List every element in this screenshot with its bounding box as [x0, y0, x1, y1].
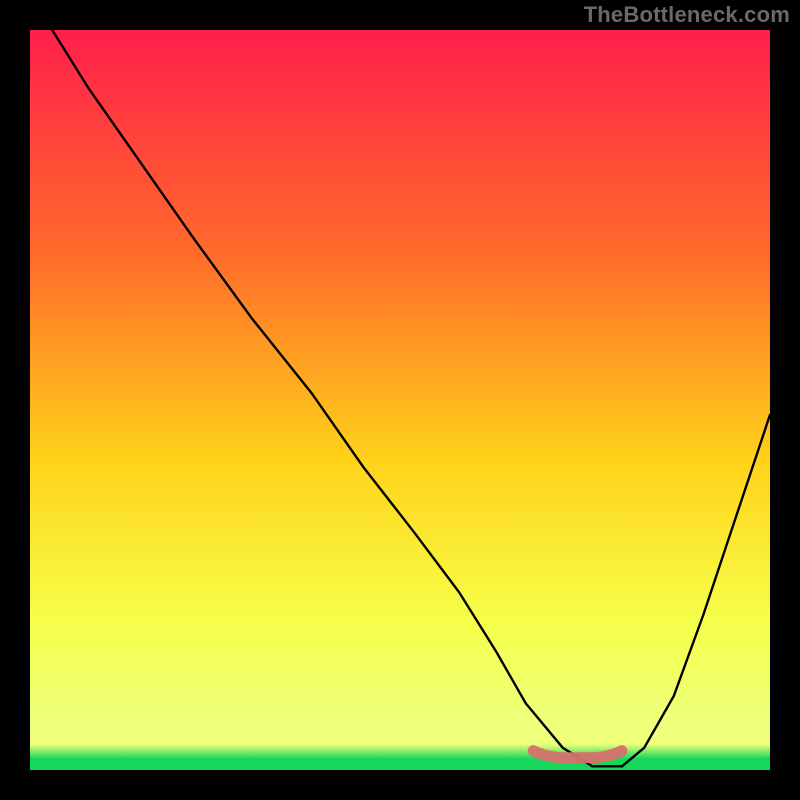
chart-frame: TheBottleneck.com	[0, 0, 800, 800]
plot-background	[30, 30, 770, 770]
watermark: TheBottleneck.com	[584, 2, 790, 28]
bottleneck-chart	[0, 0, 800, 800]
